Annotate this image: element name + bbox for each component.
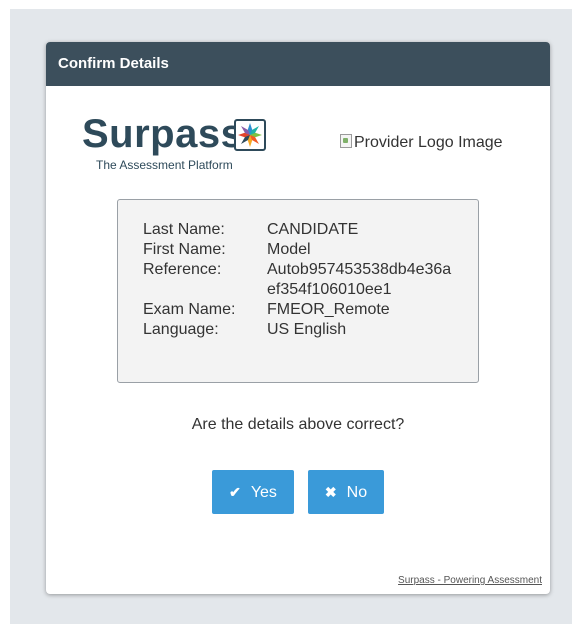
- yes-button[interactable]: ✔ Yes: [212, 470, 294, 514]
- provider-logo-image: Provider Logo Image: [340, 134, 503, 152]
- detail-label: Exam Name:: [143, 301, 236, 318]
- detail-row-last-name: Last Name: CANDIDATE: [143, 220, 457, 240]
- provider-logo-alt-text: Provider Logo Image: [354, 134, 503, 151]
- detail-label: Last Name:: [143, 221, 225, 238]
- confirmation-question: Are the details above correct?: [191, 416, 405, 433]
- detail-row-language: Language: US English: [143, 320, 457, 340]
- detail-value: Autob957453538db4e36aef354f106010ee1: [267, 261, 452, 298]
- surpass-logo-icon: [234, 119, 266, 151]
- detail-label: Reference:: [143, 261, 222, 278]
- dialog-title: Confirm Details: [46, 42, 550, 86]
- detail-value: US English: [267, 321, 347, 338]
- detail-value: FMEOR_Remote: [267, 301, 390, 318]
- brand-tagline: The Assessment Platform: [96, 158, 233, 172]
- footer-link[interactable]: Surpass - Powering Assessment: [398, 575, 542, 586]
- yes-button-label: Yes: [250, 484, 277, 501]
- detail-label: Language:: [143, 321, 219, 338]
- detail-row-reference: Reference: Autob957453538db4e36aef354f10…: [143, 260, 457, 300]
- no-button[interactable]: ✖ No: [308, 470, 384, 514]
- brand-name: Surpass: [82, 112, 244, 156]
- no-button-label: No: [346, 484, 368, 501]
- checkmark-icon: ✔: [229, 484, 241, 500]
- detail-value: Model: [267, 241, 311, 258]
- cross-icon: ✖: [324, 484, 337, 500]
- surpass-logo: Surpass The Assessment Platform: [82, 112, 272, 174]
- broken-image-icon: [340, 134, 352, 148]
- candidate-details-table: Last Name: CANDIDATE First Name: Model R…: [143, 220, 457, 340]
- detail-row-first-name: First Name: Model: [143, 240, 457, 260]
- confirm-details-dialog: Confirm Details Surpass The Assessment P…: [46, 42, 550, 594]
- detail-label: First Name:: [143, 241, 226, 258]
- candidate-details-panel: Last Name: CANDIDATE First Name: Model R…: [117, 199, 479, 383]
- detail-row-exam-name: Exam Name: FMEOR_Remote: [143, 300, 457, 320]
- detail-value: CANDIDATE: [267, 221, 359, 238]
